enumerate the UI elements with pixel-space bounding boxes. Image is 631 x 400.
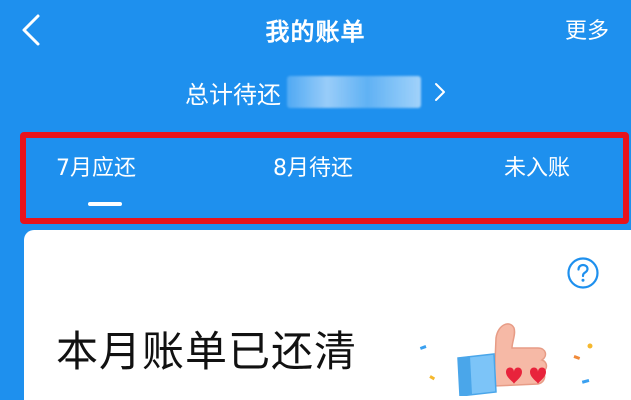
chevron-right-icon (435, 83, 445, 101)
total-due-row[interactable]: 总计待还 (185, 72, 447, 112)
help-icon[interactable] (566, 256, 600, 290)
header-bar: 我的账单 更多 (0, 0, 631, 60)
bill-status-card: 本月账单已还清 (24, 230, 631, 400)
tab-unbilled[interactable]: 未入账 (504, 150, 570, 182)
page-title: 我的账单 (265, 18, 366, 46)
more-button[interactable]: 更多 (565, 13, 609, 45)
total-due-amount-redacted (287, 76, 421, 108)
total-due-label: 总计待还 (185, 80, 281, 109)
bill-tabs: 7月应还 8月待还 未入账 (20, 132, 629, 224)
tab-next-month-pending[interactable]: 8月待还 (273, 150, 353, 182)
thumbs-up-icon (419, 323, 593, 396)
tab-this-month-due[interactable]: 7月应还 (56, 150, 136, 182)
bill-status-text: 本月账单已还清 (56, 327, 358, 376)
active-tab-indicator (88, 202, 122, 206)
